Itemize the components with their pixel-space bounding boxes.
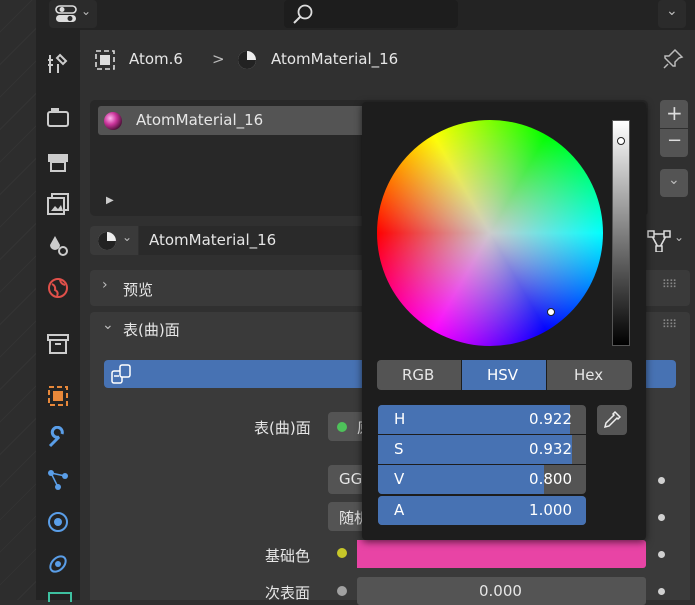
base-color-socket-dot[interactable] — [337, 548, 347, 558]
particles-tab-icon[interactable] — [46, 468, 70, 492]
drag-handle-icon[interactable]: ⠿⠿ — [662, 278, 677, 291]
editor-type-dropdown[interactable]: ⌄ — [49, 0, 97, 28]
subsurface-field[interactable]: 0.000 — [357, 577, 646, 605]
mode-tabs: RGB HSV Hex — [377, 360, 632, 390]
expand-arrow-icon[interactable]: ▶ — [106, 195, 114, 206]
base-color-swatch[interactable] — [357, 540, 646, 568]
slot-specials-dropdown[interactable]: ⌄ — [660, 169, 688, 197]
tab-rgb[interactable]: RGB — [377, 360, 461, 390]
object-tab-icon[interactable] — [46, 384, 70, 408]
breadcrumb-object: Atom.6 — [129, 50, 183, 68]
tool-tab-icon[interactable] — [46, 52, 70, 76]
properties-editor-icon — [55, 5, 77, 22]
base-color-label: 基础色 — [265, 547, 311, 565]
object-icon — [95, 50, 115, 70]
node-tree-dropdown[interactable]: ⌄ — [645, 226, 689, 255]
subsurface-method-toggle[interactable] — [658, 514, 665, 521]
node-tree-icon — [111, 364, 131, 384]
saturation-field[interactable]: S 0.932 — [378, 435, 586, 464]
base-color-toggle[interactable] — [658, 551, 665, 558]
eyedropper-icon — [603, 410, 622, 429]
alpha-field[interactable]: A 1.000 — [378, 496, 586, 525]
chevron-right-icon: › — [102, 277, 108, 293]
chevron-down-icon: ⌄ — [666, 3, 678, 19]
material-slot-item[interactable]: AtomMaterial_16 — [98, 106, 378, 135]
breadcrumb-material: AtomMaterial_16 — [271, 50, 399, 68]
chevron-down-icon: ⌄ — [102, 317, 114, 333]
chevron-down-icon: ⌄ — [122, 230, 133, 244]
preview-panel-title: 预览 — [123, 281, 154, 299]
subsurface-toggle[interactable] — [658, 588, 665, 595]
pin-icon[interactable] — [662, 48, 684, 70]
collection-tab-icon[interactable] — [46, 332, 70, 356]
subsurface-socket-dot[interactable] — [337, 586, 347, 596]
value-field[interactable]: V 0.800 — [378, 465, 586, 494]
material-slot-name: AtomMaterial_16 — [136, 111, 264, 129]
tab-hsv[interactable]: HSV — [462, 360, 546, 390]
scene-tab-icon[interactable] — [46, 234, 70, 258]
search-input[interactable] — [284, 0, 458, 28]
material-browse-dropdown[interactable]: ⌄ — [90, 226, 138, 255]
material-sphere-icon — [104, 112, 122, 130]
breadcrumb-separator: > — [212, 50, 225, 68]
chevron-down-icon: ⌄ — [674, 230, 685, 244]
add-slot-button[interactable]: + — [660, 100, 688, 128]
chevron-down-icon: ⌄ — [668, 172, 680, 188]
value-slider-cursor[interactable] — [617, 137, 625, 145]
surface-panel-title: 表(曲)面 — [123, 321, 180, 339]
modifier-tab-icon[interactable] — [46, 426, 70, 450]
eyedropper-button[interactable] — [597, 405, 627, 435]
data-tab-icon[interactable] — [48, 592, 72, 602]
shader-socket-dot — [337, 422, 347, 432]
wheel-cursor[interactable] — [547, 308, 555, 316]
world-tab-icon[interactable] — [46, 276, 70, 300]
constraints-tab-icon[interactable] — [46, 552, 70, 576]
material-icon — [98, 232, 116, 250]
chevron-down-icon: ⌄ — [81, 4, 92, 18]
search-icon — [293, 4, 313, 24]
material-name-field[interactable]: AtomMaterial_16 — [139, 226, 363, 255]
hue-field[interactable]: H 0.922 — [378, 405, 586, 434]
vertex-icon — [647, 230, 671, 252]
drag-handle-icon[interactable]: ⠿⠿ — [662, 318, 677, 331]
surface-label: 表(曲)面 — [254, 419, 311, 437]
options-dropdown[interactable]: ⌄ — [658, 0, 686, 28]
view-layer-tab-icon[interactable] — [46, 192, 70, 216]
material-icon — [238, 51, 256, 69]
output-tab-icon[interactable] — [46, 150, 70, 174]
render-tab-icon[interactable] — [46, 106, 70, 130]
value-slider[interactable] — [612, 120, 630, 346]
breadcrumb: Atom.6 > AtomMaterial_16 — [92, 46, 652, 74]
viewport-edge — [0, 0, 36, 600]
hue-saturation-wheel[interactable] — [377, 120, 603, 346]
distribution-toggle[interactable] — [658, 477, 665, 484]
remove-slot-button[interactable]: − — [660, 129, 688, 157]
physics-tab-icon[interactable] — [46, 510, 70, 534]
tab-hex[interactable]: Hex — [547, 360, 632, 390]
